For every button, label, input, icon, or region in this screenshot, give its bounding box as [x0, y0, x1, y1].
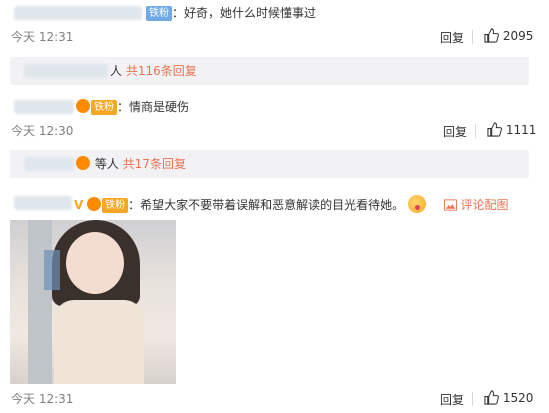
like-button[interactable]: 2095: [484, 28, 533, 43]
thumbs-up-icon: [487, 122, 502, 137]
reply-user-blurred: [24, 157, 74, 171]
fan-crown-icon: [76, 99, 90, 113]
username-blurred[interactable]: [14, 100, 74, 114]
username-blurred[interactable]: [14, 196, 72, 210]
like-count: 1520: [502, 391, 534, 405]
replies-box[interactable]: 等人 共17条回复: [10, 150, 529, 178]
comment-time: 今天 12:31: [11, 392, 74, 406]
comment-text: ：好奇，她什么时候懂事过: [172, 6, 317, 20]
verified-v-icon: V: [74, 198, 84, 212]
like-button[interactable]: 1520: [484, 390, 533, 405]
comment-text-line: 铁粉 ：好奇，她什么时候懂事过: [146, 5, 316, 21]
fan-badge: 铁粉: [102, 198, 129, 213]
like-count: 2095: [502, 29, 534, 43]
fan-crown-icon: [76, 156, 90, 170]
fan-badge: 铁粉: [91, 100, 117, 115]
replies-summary: 人 共116条回复: [110, 64, 197, 78]
view-replies-link[interactable]: 共17条回复: [123, 157, 186, 171]
reply-button[interactable]: 回复: [440, 29, 464, 46]
reply-button[interactable]: 回复: [443, 123, 467, 140]
like-button[interactable]: 1111: [487, 122, 536, 137]
divider: [472, 30, 473, 44]
fan-badge: 铁粉: [146, 6, 172, 21]
fan-crown-icon: [87, 197, 102, 211]
comment-time: 今天 12:30: [11, 124, 74, 138]
replies-summary: 等人 共17条回复: [76, 156, 186, 172]
image-icon: [443, 199, 457, 211]
comment-text-line: V 铁粉 ：希望大家不要带着误解和恶意解读的目光看待她。 评论配图: [74, 195, 508, 213]
comment-time: 今天 12:31: [11, 30, 74, 44]
like-count: 1111: [505, 123, 537, 137]
thumbs-up-icon: [484, 390, 499, 405]
reply-button[interactable]: 回复: [440, 391, 464, 408]
comment-image[interactable]: [10, 220, 176, 384]
comment-2: 铁粉 ：情商是硬伤 今天 12:30 回复 1111 等人 共17条回复: [0, 95, 549, 190]
replies-box[interactable]: 人 共116条回复: [10, 57, 529, 85]
comment-text-line: 铁粉 ：情商是硬伤: [76, 99, 189, 115]
divider: [475, 124, 476, 138]
view-replies-link[interactable]: 共116条回复: [126, 64, 197, 78]
comment-text: ：情商是硬伤: [117, 100, 190, 114]
blush-emoji-icon: [407, 195, 426, 213]
comment-text: ：希望大家不要带着误解和恶意解读的目光看待她。: [128, 198, 405, 212]
reply-user-blurred: [24, 64, 108, 78]
thumbs-up-icon: [484, 28, 499, 43]
divider: [472, 392, 473, 406]
comment-3: V 铁粉 ：希望大家不要带着误解和恶意解读的目光看待她。 评论配图 今天 12:3…: [0, 190, 549, 413]
view-image-link[interactable]: 评论配图: [460, 198, 508, 212]
comment-1: 铁粉 ：好奇，她什么时候懂事过 今天 12:31 回复 2095 人 共116条回…: [0, 0, 549, 95]
username-blurred[interactable]: [14, 6, 142, 20]
